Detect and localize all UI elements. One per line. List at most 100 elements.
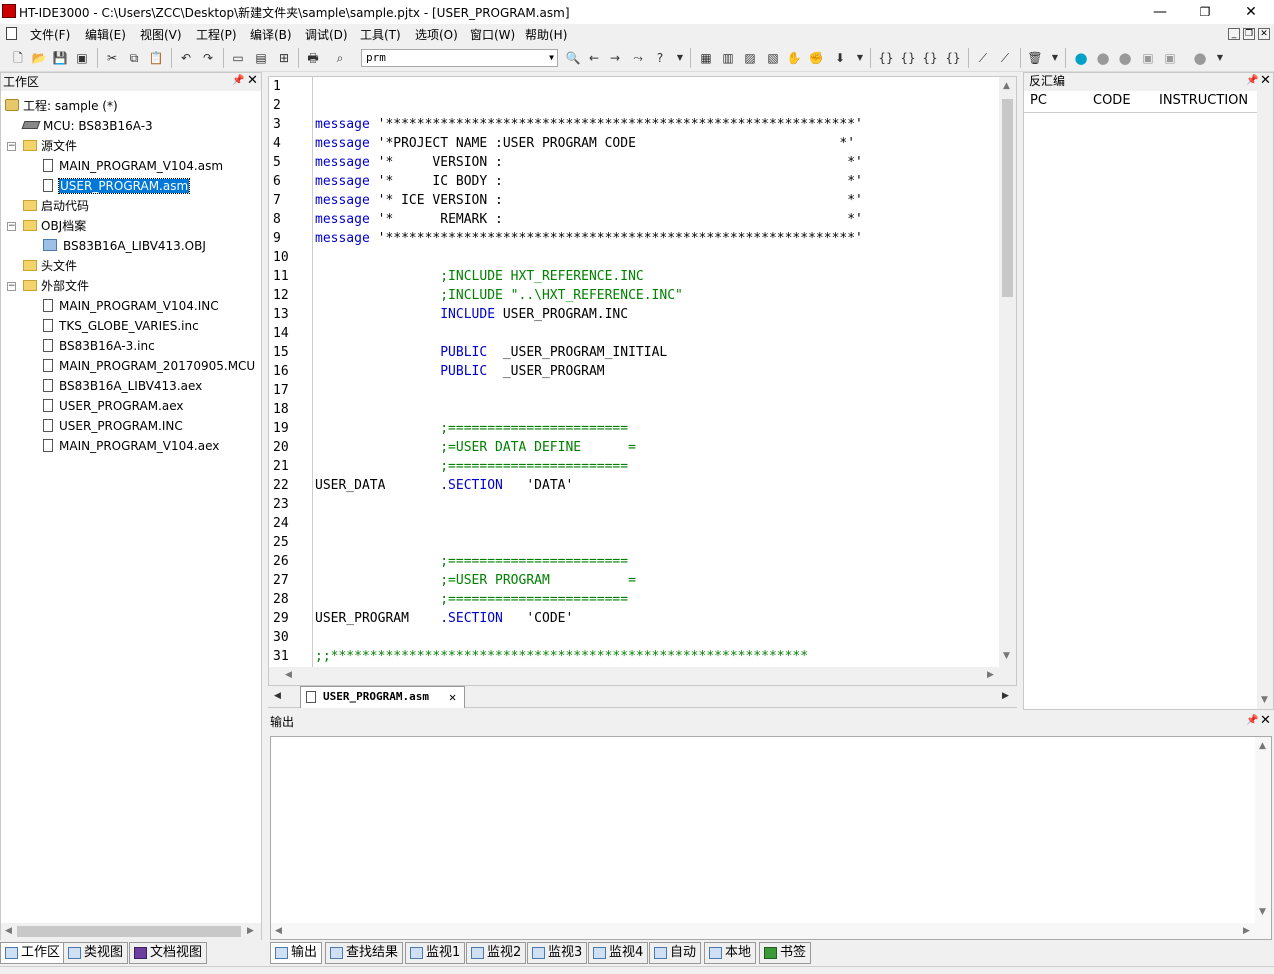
output-text-area[interactable]: ▲ ▼ ◀ ▶ [270, 736, 1272, 940]
tab-watch1[interactable]: 监视1 [405, 942, 466, 964]
menu-help[interactable]: 帮助(H) [525, 26, 567, 43]
step-into-icon[interactable]: {} [878, 50, 894, 66]
code-line[interactable]: ;======================= [315, 457, 628, 476]
code-line[interactable]: message '* VERSION : *' [315, 153, 863, 172]
debug-mode-icon[interactable]: ● [1192, 50, 1208, 66]
stop-build-icon[interactable]: ▧ [765, 50, 781, 66]
code-line[interactable]: PUBLIC _USER_PROGRAM [315, 362, 604, 381]
pin-icon[interactable]: 📌 [1246, 715, 1258, 726]
tree-folder-source[interactable]: 源文件 [23, 136, 77, 156]
scroll-thumb[interactable] [17, 926, 241, 937]
code-line[interactable]: ;======================= [315, 552, 628, 571]
tab-output[interactable]: 输出 [270, 942, 323, 964]
output-hscrollbar[interactable]: ◀ ▶ [271, 923, 1271, 939]
collapse-icon[interactable]: − [7, 282, 16, 291]
mdi-close-button[interactable]: ✕ [1258, 28, 1270, 40]
tree-file[interactable]: BS83B16A_LIBV413.aex [43, 376, 202, 396]
scroll-thumb[interactable] [1002, 99, 1013, 297]
paste-icon[interactable]: 📋 [148, 50, 164, 66]
menu-debug[interactable]: 调试(D) [305, 26, 348, 43]
save-all-icon[interactable]: ▣ [74, 50, 90, 66]
code-line[interactable]: message '*******************************… [315, 229, 863, 248]
hand-stop-icon[interactable]: ✊ [808, 50, 824, 66]
restore-button[interactable]: ❐ [1185, 2, 1225, 22]
tab-watch4[interactable]: 监视4 [588, 942, 649, 964]
tree-item-project[interactable]: 工程: sample (*) [5, 96, 118, 116]
pin-icon[interactable]: 📌 [232, 75, 244, 86]
goto-icon[interactable]: ⤳ [630, 50, 646, 66]
chevron-down-icon[interactable]: ▼ [1212, 50, 1228, 66]
code-line[interactable]: USER_PROGRAM .SECTION 'CODE' [315, 609, 573, 628]
tree-file[interactable]: USER_PROGRAM.aex [43, 396, 184, 416]
scroll-down-icon[interactable]: ▼ [1261, 695, 1268, 705]
code-line[interactable]: message '* IC BODY : *' [315, 172, 863, 191]
code-line[interactable]: INCLUDE USER_PROGRAM.INC [315, 305, 628, 324]
cut-icon[interactable]: ✂ [104, 50, 120, 66]
close-icon[interactable]: ✕ [1260, 713, 1271, 728]
rebuild-icon[interactable]: ▥ [720, 50, 736, 66]
tab-watch3[interactable]: 监视3 [527, 942, 588, 964]
go-icon[interactable]: ● [1073, 50, 1089, 66]
hand-icon[interactable]: ✋ [786, 50, 802, 66]
chevron-down-icon[interactable]: ▼ [852, 50, 868, 66]
menu-view[interactable]: 视图(V) [140, 26, 182, 43]
tree-item-mcu[interactable]: MCU: BS83B16A-3 [21, 116, 153, 136]
scroll-down-icon[interactable]: ▼ [1003, 651, 1010, 661]
workspace-toggle-icon[interactable]: ▭ [230, 50, 246, 66]
scroll-left-icon[interactable]: ◀ [285, 670, 292, 680]
tab-auto[interactable]: 自动 [649, 942, 702, 964]
collapse-icon[interactable]: − [7, 142, 16, 151]
tab-scroll-right-icon[interactable]: ▶ [1002, 691, 1009, 701]
menu-window[interactable]: 窗口(W) [470, 26, 515, 43]
tree-file[interactable]: TKS_GLOBE_VARIES.inc [43, 316, 199, 336]
code-line[interactable]: ;INCLUDE HXT_REFERENCE.INC [315, 267, 644, 286]
tab-scroll-left-icon[interactable]: ◀ [274, 691, 281, 701]
code-line[interactable]: USER_DATA .SECTION 'DATA' [315, 476, 573, 495]
code-line[interactable]: ;======================= [315, 590, 628, 609]
compile-icon[interactable]: ▨ [742, 50, 758, 66]
help-icon[interactable]: ? [652, 50, 668, 66]
scroll-up-icon[interactable]: ▲ [1259, 741, 1266, 751]
editor-vscrollbar[interactable]: ▲ ▼ [999, 77, 1016, 667]
open-file-icon[interactable]: 📂 [31, 50, 47, 66]
column-header-instruction[interactable]: INSTRUCTION [1159, 91, 1248, 111]
copy-icon[interactable]: ⧉ [126, 50, 142, 66]
find-combo[interactable]: prm ▼ [361, 49, 558, 67]
tree-folder-startup[interactable]: 启动代码 [23, 196, 89, 216]
reset-icon[interactable]: ● [1095, 50, 1111, 66]
emulate-icon[interactable]: ▣ [1162, 50, 1178, 66]
scroll-right-icon[interactable]: ▶ [987, 670, 994, 680]
forward-icon[interactable]: → [607, 50, 623, 66]
step-out-icon[interactable]: {} [922, 50, 938, 66]
step-over-icon[interactable]: {} [900, 50, 916, 66]
tab-find-results[interactable]: 查找结果 [325, 942, 404, 964]
redo-icon[interactable]: ↷ [200, 50, 216, 66]
chevron-down-icon[interactable]: ▼ [1047, 50, 1063, 66]
tree-file[interactable]: MAIN_PROGRAM_V104.aex [43, 436, 219, 456]
scroll-right-icon[interactable]: ▶ [1243, 926, 1250, 936]
menu-project[interactable]: 工程(P) [196, 26, 237, 43]
workspace-hscrollbar[interactable]: ◀ ▶ [1, 923, 261, 940]
code-line[interactable]: message '*PROJECT NAME :USER PROGRAM COD… [315, 134, 855, 153]
new-file-icon[interactable]: 🗋 [10, 50, 26, 66]
code-line[interactable]: ;=USER DATA DEFINE = [315, 438, 636, 457]
close-icon[interactable]: ✕ [1260, 73, 1271, 88]
menu-edit[interactable]: 编辑(E) [85, 26, 126, 43]
power-on-reset-icon[interactable]: ▣ [1140, 50, 1156, 66]
menu-file[interactable]: 文件(F) [30, 26, 70, 43]
mdi-minimize-button[interactable]: _ [1228, 28, 1240, 40]
mdi-restore-button[interactable]: ❐ [1243, 28, 1255, 40]
code-line[interactable]: ;=USER PROGRAM = [315, 571, 636, 590]
download-icon[interactable]: ⬇ [832, 50, 848, 66]
chevron-down-icon[interactable]: ▼ [672, 50, 688, 66]
disasm-vscrollbar[interactable]: ▼ [1257, 91, 1273, 709]
code-line[interactable]: message '*******************************… [315, 115, 863, 134]
editor-hscrollbar[interactable]: ◀ ▶ [269, 667, 1016, 685]
close-icon[interactable]: ✕ [247, 73, 258, 88]
code-line[interactable]: message '* REMARK : *' [315, 210, 863, 229]
tab-workspace[interactable]: 工作区 [0, 942, 66, 964]
code-line[interactable]: ;======================= [315, 419, 628, 438]
scroll-right-icon[interactable]: ▶ [247, 926, 254, 936]
collapse-icon[interactable]: − [7, 222, 16, 231]
halt-icon[interactable]: ● [1117, 50, 1133, 66]
